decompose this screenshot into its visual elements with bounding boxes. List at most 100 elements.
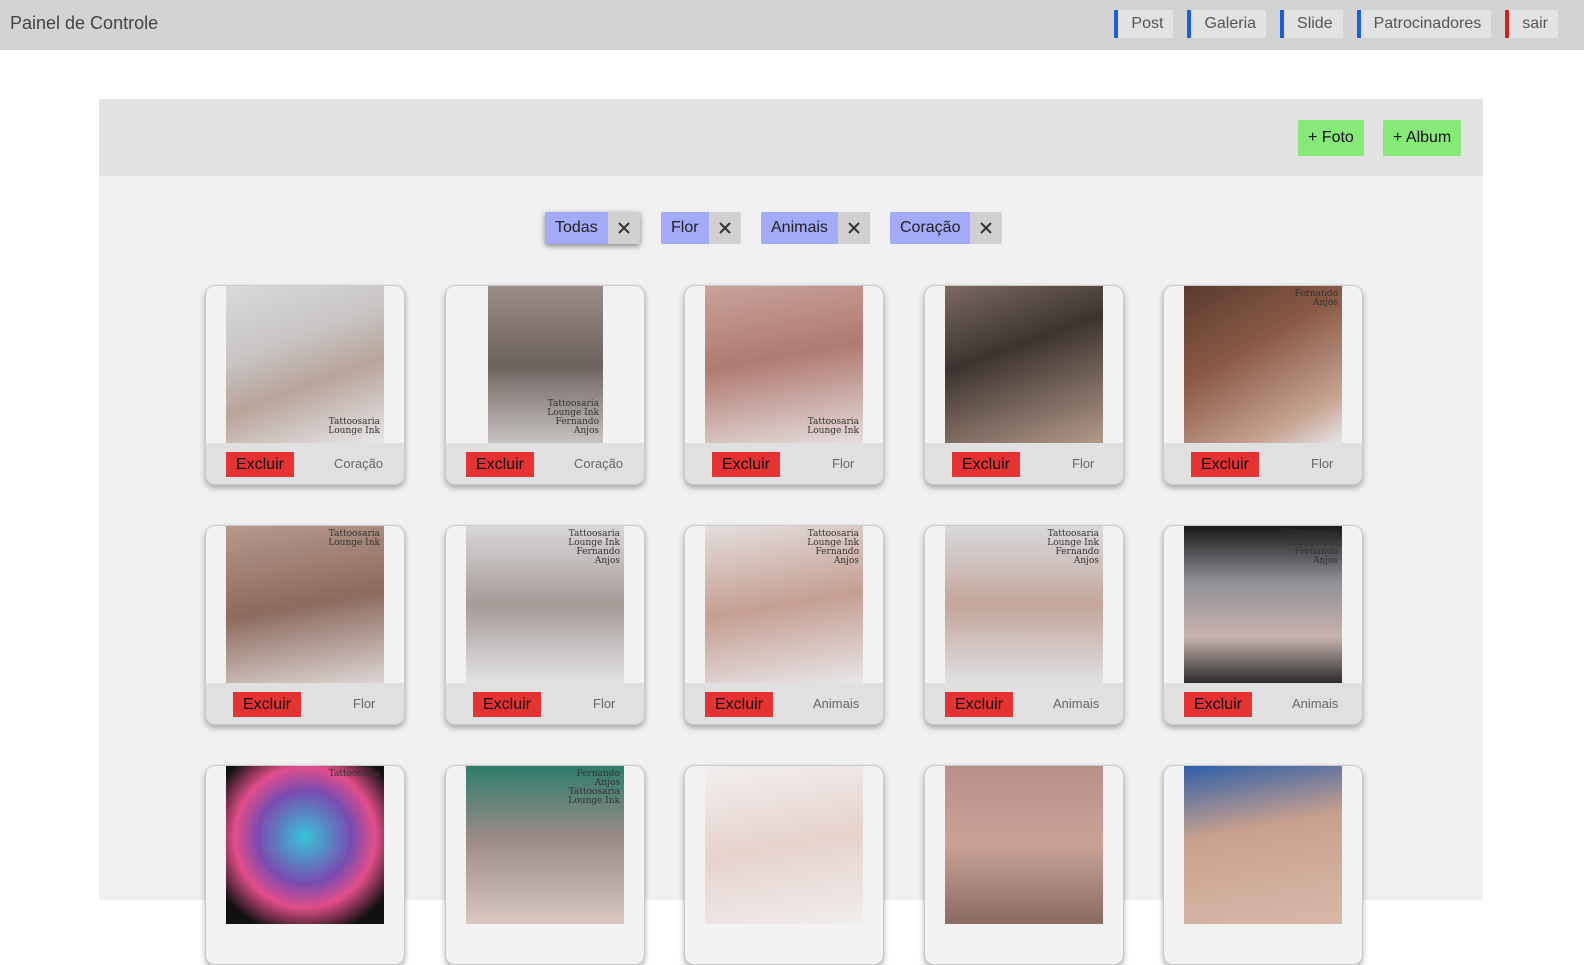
gallery-card: Tattoosaria: [205, 765, 405, 965]
nav-patrocinadores[interactable]: Patrocinadores: [1356, 10, 1492, 38]
card-actions: Excluir Animais: [925, 683, 1123, 724]
delete-button[interactable]: Excluir: [226, 452, 295, 477]
close-icon[interactable]: [607, 212, 640, 244]
tattoo-photo: Tattoosaria Lounge Ink: [226, 286, 384, 444]
gallery-panel: + Foto + Album Todas Flor Animais Coraçã…: [99, 99, 1483, 965]
watermark-line: Anjos: [573, 426, 599, 436]
card-actions: Excluir Animais: [1164, 683, 1362, 724]
tattoo-photo: [1184, 766, 1342, 924]
photo-watermark: Tattoosaria: [329, 770, 380, 779]
gallery-card: Tattoosaria Lounge Ink Fernando Anjos Exclui…: [445, 285, 645, 485]
card-actions: Excluir Flor: [206, 683, 404, 724]
gallery-card: [1163, 765, 1363, 965]
logout-link[interactable]: sair: [1505, 10, 1558, 38]
card-actions: Excluir Coração: [446, 443, 644, 484]
category-label: Animais: [813, 696, 860, 711]
watermark-line: Lounge Ink: [328, 538, 380, 548]
category-label: Animais: [1292, 696, 1339, 711]
gallery-card: Fernando Anjos Tattoosaria Lounge Ink: [445, 765, 645, 965]
category-label: Flor: [353, 696, 376, 711]
gallery-card: Tattoosaria Lounge Ink Excluir Flor: [205, 525, 405, 725]
watermark-line: Anjos: [833, 556, 859, 566]
tattoo-photo: Tattoosaria Lounge Ink: [705, 286, 863, 444]
delete-button[interactable]: Excluir: [466, 452, 535, 477]
filter-label[interactable]: Flor: [661, 212, 709, 244]
card-actions: Excluir Flor: [446, 683, 644, 724]
tattoo-photo: [945, 766, 1103, 924]
gallery-card: Tattoosaria Lounge Ink Excluir Coração: [205, 285, 405, 485]
delete-button[interactable]: Excluir: [1184, 692, 1253, 717]
close-icon[interactable]: [837, 212, 870, 244]
app-title: Painel de Controle: [10, 13, 159, 33]
tattoo-photo: Tattoosaria Lounge Ink Fernando Anjos: [705, 526, 863, 684]
category-label: Flor: [832, 456, 855, 471]
photo-watermark: Tattoosaria Lounge Ink Fernando Anjos: [807, 530, 859, 566]
filter-chip-animais[interactable]: Animais: [761, 212, 870, 244]
category-label: Animais: [1053, 696, 1100, 711]
filter-chip-flor[interactable]: Flor: [661, 212, 741, 244]
filter-label[interactable]: Coração: [890, 212, 971, 244]
tattoo-photo: Tattoosaria Lounge Ink Fernando Anjos: [466, 526, 624, 684]
watermark-line: Lounge Ink: [807, 426, 859, 436]
watermark-line: Anjos: [1312, 556, 1338, 566]
gallery-card: Tattoosaria Lounge Ink Fernando Anjos Exclui…: [1163, 525, 1363, 725]
tattoo-photo: Tattoosaria Lounge Ink Fernando Anjos: [1184, 526, 1342, 684]
category-label: Flor: [593, 696, 616, 711]
tattoo-photo: [945, 286, 1103, 444]
watermark-line: Anjos: [1312, 298, 1338, 308]
watermark-line: Lounge Ink: [568, 796, 620, 806]
photo-watermark: Tattoosaria Lounge Ink Fernando Anjos: [1047, 530, 1099, 566]
gallery-card: Tattoosaria Lounge Ink Fernando Anjos Exclui…: [684, 525, 884, 725]
category-label: Coração: [574, 456, 624, 471]
watermark-line: Anjos: [594, 556, 620, 566]
add-photo-button[interactable]: + Foto: [1298, 120, 1364, 156]
filter-label[interactable]: Todas: [545, 212, 608, 244]
delete-button[interactable]: Excluir: [712, 452, 781, 477]
tattoo-photo: Fernando Anjos: [1184, 286, 1342, 444]
top-bar: Painel de Controle Post Galeria Slide Pa…: [0, 0, 1584, 50]
gallery-card: Excluir Flor: [924, 285, 1124, 485]
delete-button[interactable]: Excluir: [705, 692, 774, 717]
watermark-line: Tattoosaria: [328, 769, 380, 779]
tattoo-photo: Tattoosaria: [226, 766, 384, 924]
category-label: Flor: [1072, 456, 1095, 471]
watermark-line: Lounge Ink: [328, 426, 380, 436]
filter-chip-todas[interactable]: Todas: [545, 212, 640, 244]
photo-watermark: Tattoosaria Lounge Ink Fernando Anjos: [1286, 530, 1338, 566]
nav-galeria[interactable]: Galeria: [1187, 10, 1267, 38]
tattoo-photo: Tattoosaria Lounge Ink: [226, 526, 384, 684]
photo-watermark: Tattoosaria Lounge Ink Fernando Anjos: [568, 530, 620, 566]
top-nav: Post Galeria Slide Patrocinadores sair: [1114, 10, 1558, 38]
filter-label[interactable]: Animais: [761, 212, 838, 244]
gallery-card: Tattoosaria Lounge Ink Excluir Flor: [684, 285, 884, 485]
photo-watermark: Fernando Anjos Tattoosaria Lounge Ink: [568, 770, 620, 806]
card-actions: Excluir Flor: [925, 443, 1123, 484]
delete-button[interactable]: Excluir: [473, 692, 542, 717]
photo-watermark: Tattoosaria Lounge Ink: [807, 418, 859, 436]
close-icon[interactable]: [708, 212, 741, 244]
category-label: Coração: [334, 456, 384, 471]
tattoo-photo: Fernando Anjos Tattoosaria Lounge Ink: [466, 766, 624, 924]
tattoo-photo: Tattoosaria Lounge Ink Fernando Anjos: [945, 526, 1103, 684]
delete-button[interactable]: Excluir: [945, 692, 1014, 717]
photo-watermark: Tattoosaria Lounge Ink: [328, 530, 380, 548]
delete-button[interactable]: Excluir: [952, 452, 1021, 477]
close-icon[interactable]: [970, 212, 1003, 244]
delete-button[interactable]: Excluir: [1191, 452, 1260, 477]
gallery-card: Fernando Anjos Excluir Flor: [1163, 285, 1363, 485]
filter-chip-coracao[interactable]: Coração: [890, 212, 1003, 244]
card-actions: Excluir Flor: [1164, 443, 1362, 484]
watermark-line: Anjos: [1073, 556, 1099, 566]
tattoo-photo: Tattoosaria Lounge Ink Fernando Anjos: [488, 286, 603, 444]
nav-slide[interactable]: Slide: [1280, 10, 1343, 38]
nav-post[interactable]: Post: [1114, 10, 1174, 38]
add-album-button[interactable]: + Album: [1383, 120, 1462, 156]
photo-watermark: Tattoosaria Lounge Ink Fernando Anjos: [547, 400, 599, 436]
category-label: Flor: [1311, 456, 1334, 471]
gallery-card: Tattoosaria Lounge Ink Fernando Anjos Exclui…: [924, 525, 1124, 725]
category-filters: Todas Flor Animais Coração: [99, 212, 1483, 244]
delete-button[interactable]: Excluir: [233, 692, 302, 717]
gallery-card: [684, 765, 884, 965]
card-actions: Excluir Coração: [206, 443, 404, 484]
tattoo-photo: [705, 766, 863, 924]
